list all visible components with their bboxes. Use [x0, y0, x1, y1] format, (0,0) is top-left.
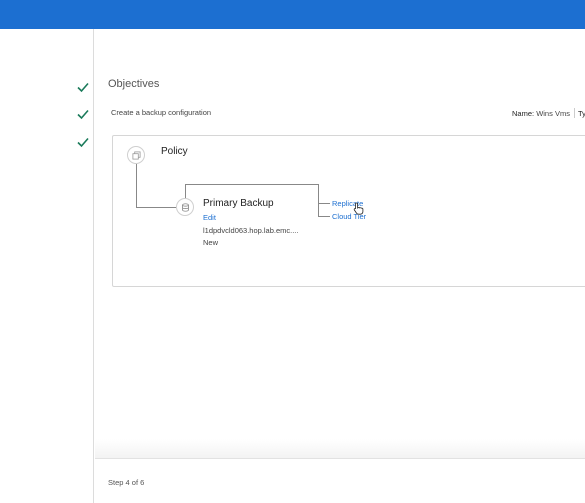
name-label: Name: — [512, 109, 535, 118]
edit-primary-backup-link[interactable]: Edit — [203, 213, 216, 222]
copy-icon — [127, 146, 145, 164]
connector-line — [318, 184, 319, 216]
connector-line — [136, 164, 137, 207]
primary-backup-status: New — [203, 238, 219, 247]
step-3-complete-check-icon — [76, 135, 90, 149]
page-title: Objectives — [108, 78, 160, 90]
step-1-complete-check-icon — [76, 80, 90, 94]
type-label: Ty — [577, 109, 585, 118]
top-app-bar — [0, 0, 585, 29]
hand-cursor-icon — [353, 202, 364, 215]
wizard-step-sidebar — [0, 29, 94, 503]
step-counter: Step 4 of 6 — [108, 478, 145, 487]
database-icon — [176, 198, 194, 216]
policy-card: Policy Primary Backup Edit l1dpdvcld063.… — [112, 135, 585, 287]
config-name-summary: Name: Wins Vms Ty — [512, 108, 585, 118]
storage-host-name: l1dpdvcld063.hop.lab.emc.... — [203, 226, 299, 235]
wizard-footer: Step 4 of 6 — [95, 459, 585, 503]
connector-line — [185, 184, 186, 199]
policy-label: Policy — [161, 146, 188, 157]
name-value: Wins Vms — [536, 109, 570, 118]
footer-divider — [95, 439, 585, 459]
connector-line — [318, 216, 330, 217]
divider — [573, 108, 575, 118]
connector-line — [136, 207, 176, 208]
page-subtitle: Create a backup configuration — [111, 108, 212, 117]
connector-line — [185, 184, 319, 185]
step-2-complete-check-icon — [76, 107, 90, 121]
connector-line — [318, 203, 330, 204]
primary-backup-title: Primary Backup — [203, 198, 274, 209]
wizard-main-panel: Objectives Create a backup configuration… — [95, 29, 585, 503]
